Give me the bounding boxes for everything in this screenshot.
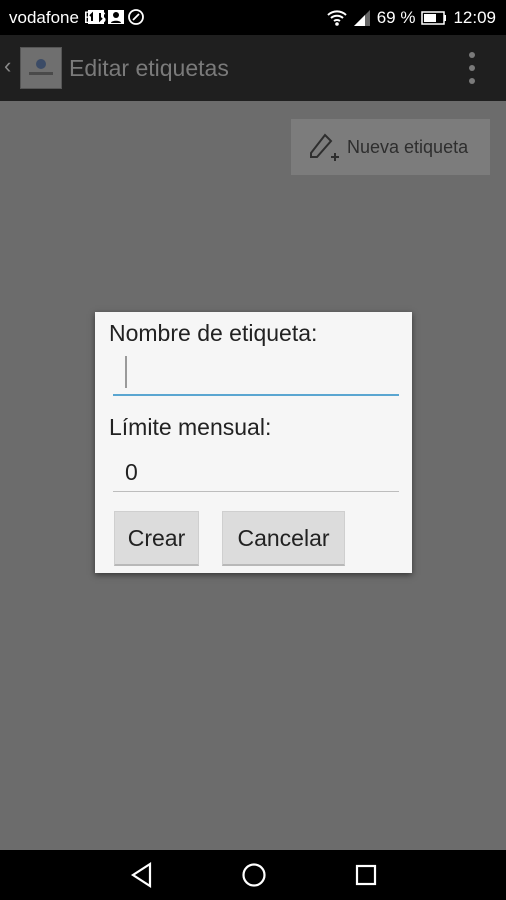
- battery-text: 69 %: [376, 8, 416, 27]
- back-triangle-icon[interactable]: [130, 862, 154, 888]
- back-chevron-icon[interactable]: ‹: [4, 53, 11, 79]
- home-circle-icon[interactable]: [241, 862, 267, 888]
- clock-text: 12:09: [453, 8, 496, 27]
- status-bar: vodafone ES 69 % 12:09: [0, 0, 506, 35]
- new-label-button[interactable]: Nueva etiqueta: [291, 119, 490, 175]
- app-logo[interactable]: [20, 47, 62, 89]
- data-transfer-icon: [88, 10, 104, 24]
- action-bar: ‹ Editar etiquetas: [0, 35, 506, 101]
- wifi-icon: [327, 10, 347, 26]
- text-cursor: [125, 356, 127, 388]
- monthly-limit-label: Límite mensual:: [109, 414, 272, 440]
- new-label-text: Nueva etiqueta: [347, 137, 469, 157]
- battery-icon: [421, 11, 447, 25]
- overflow-menu-icon[interactable]: [468, 51, 476, 85]
- contact-icon: [108, 10, 124, 24]
- cancel-button[interactable]: Cancelar: [222, 511, 345, 566]
- monthly-limit-input[interactable]: 0: [113, 449, 399, 492]
- navigation-bar: [0, 850, 506, 900]
- signal-icon: [353, 10, 370, 26]
- create-button[interactable]: Crear: [114, 511, 199, 566]
- label-name-label: Nombre de etiqueta:: [109, 320, 318, 346]
- monthly-limit-value: 0: [125, 459, 138, 485]
- label-name-input[interactable]: [113, 354, 399, 396]
- sync-icon: [128, 9, 144, 25]
- page-title: Editar etiquetas: [69, 55, 229, 81]
- app-logo-icon: [29, 59, 53, 75]
- recents-square-icon[interactable]: [354, 862, 378, 888]
- new-label-dialog: Nombre de etiqueta: Límite mensual: 0 Cr…: [95, 312, 412, 573]
- edit-tag-icon: [310, 133, 339, 161]
